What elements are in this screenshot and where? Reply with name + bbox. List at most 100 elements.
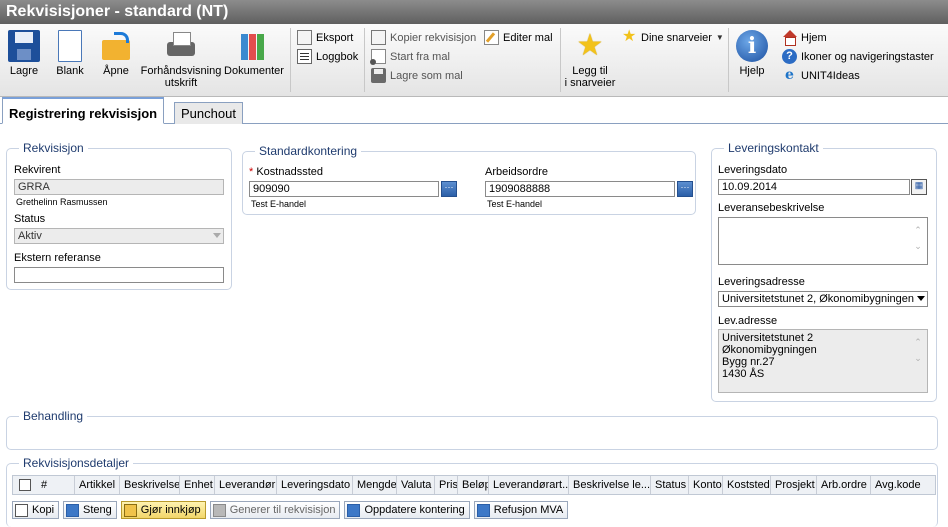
log-button[interactable]: Loggbok	[297, 48, 358, 65]
delivery-address-select[interactable]: Universitetstunet 2, Økonomibygningen	[718, 291, 928, 307]
update-posting-button[interactable]: Oppdatere kontering	[344, 501, 470, 519]
help-button[interactable]: i Hjelp	[734, 30, 770, 77]
folder-open-icon	[100, 30, 132, 62]
external-ref-label: Ekstern referanse	[14, 252, 101, 264]
status-label: Status	[14, 213, 46, 225]
copy-requisition-button[interactable]: Kopier rekvisisjon	[371, 29, 476, 46]
print-preview-button[interactable]: Forhåndsvisning utskrift	[140, 30, 222, 89]
tab-punchout[interactable]: Punchout	[174, 102, 243, 124]
close-row-button[interactable]: Steng	[63, 501, 117, 519]
column-header[interactable]: Beskrivelse	[120, 476, 180, 494]
column-header[interactable]: Status	[651, 476, 689, 494]
edit-icon	[484, 30, 499, 45]
save-as-template-button[interactable]: Lagre som mal	[371, 67, 463, 84]
help-info-icon: i	[736, 30, 768, 62]
column-header[interactable]: Koststed	[723, 476, 771, 494]
processing-legend: Behandling	[19, 409, 88, 423]
printer-icon	[165, 30, 197, 62]
ribbon-separator	[364, 28, 365, 92]
close-icon	[66, 503, 80, 517]
details-button-bar: Kopi Steng Gjør innkjøp Generer til rekv…	[12, 501, 569, 519]
disk-icon	[371, 68, 386, 83]
delivery-contact-legend: Leveringskontakt	[724, 141, 823, 155]
column-header[interactable]: #	[37, 476, 75, 494]
scrollbar[interactable]: ⌃ ⌄	[912, 334, 924, 366]
documents-button[interactable]: Dokumenter	[223, 30, 285, 77]
make-purchase-button[interactable]: Gjør innkjøp	[120, 501, 206, 519]
column-header[interactable]: Leveringsdato	[277, 476, 353, 494]
tab-registration[interactable]: Registrering rekvisisjon	[2, 97, 165, 124]
column-header[interactable]: Pris	[435, 476, 458, 494]
column-header[interactable]: Avg.kode	[871, 476, 923, 494]
home-icon	[782, 30, 797, 46]
start-from-template-button[interactable]: Start fra mal	[370, 48, 450, 65]
column-header[interactable]: Leverandørart...	[489, 476, 569, 494]
delivery-description-textarea[interactable]: ⌃ ⌄	[718, 217, 928, 265]
dropdown-arrow-icon	[917, 296, 925, 301]
unit4ideas-link[interactable]: e UNIT4Ideas	[782, 67, 860, 84]
cost-center-lookup-button[interactable]: ···	[441, 181, 457, 197]
column-header[interactable]: Mengde	[353, 476, 397, 494]
required-marker: *	[249, 166, 254, 178]
requester-field[interactable]: GRRA	[14, 179, 224, 195]
lev-address-textarea[interactable]: Universitetstunet 2 Økonomibygningen Byg…	[718, 329, 928, 393]
column-header[interactable]: Artikkel	[75, 476, 120, 494]
ribbon-separator	[290, 28, 291, 92]
column-header[interactable]: Valuta	[397, 476, 435, 494]
ribbon-separator	[560, 28, 561, 92]
standard-posting-group: Standardkontering * Kostnadssted 909090 …	[242, 144, 696, 215]
tab-strip: Registrering rekvisisjon Punchout	[0, 97, 948, 124]
column-header[interactable]: Beskrivelse le...	[569, 476, 651, 494]
export-button[interactable]: Eksport	[297, 29, 353, 46]
generate-to-requisition-button[interactable]: Generer til rekvisisjon	[209, 501, 341, 519]
blank-button[interactable]: Blank	[52, 30, 88, 77]
status-select[interactable]: Aktiv	[14, 228, 224, 244]
delivery-date-input[interactable]: 10.09.2014	[718, 179, 910, 195]
question-icon: ?	[782, 49, 797, 64]
logbook-icon	[297, 49, 312, 64]
browser-icon: e	[785, 67, 794, 83]
my-shortcuts-dropdown[interactable]: ★ Dine snarveier ▼	[622, 29, 724, 46]
standard-posting-legend: Standardkontering	[255, 144, 362, 158]
chevron-down-icon: ▼	[715, 33, 724, 42]
documents-icon	[238, 30, 270, 62]
window-title: Rekvisisjoner - standard (NT)	[0, 0, 948, 24]
column-header[interactable]: Leverandør	[215, 476, 277, 494]
open-button[interactable]: Åpne	[98, 30, 134, 77]
save-icon	[8, 30, 40, 62]
cost-center-input[interactable]: 909090	[249, 181, 439, 197]
details-grid-header: # Artikkel Beskrivelse Enhet Leverandør …	[12, 475, 936, 495]
delivery-address-label: Leveringsadresse	[718, 276, 805, 288]
column-header[interactable]: Arb.ordre	[817, 476, 871, 494]
copy-icon	[371, 30, 386, 45]
external-ref-input[interactable]	[14, 267, 224, 283]
main-content: Rekvisisjon Rekvirent GRRA Grethelinn Ra…	[0, 124, 948, 527]
requisition-group: Rekvisisjon Rekvirent GRRA Grethelinn Ra…	[6, 141, 232, 290]
column-header[interactable]: Enhet	[180, 476, 215, 494]
star-add-icon: ★	[576, 29, 604, 62]
home-link[interactable]: Hjem	[782, 29, 827, 46]
save-button[interactable]: Lagre	[6, 30, 42, 77]
delivery-description-label: Leveransebeskrivelse	[718, 202, 825, 214]
column-header[interactable]: Konto	[689, 476, 723, 494]
refund-icon	[476, 503, 490, 517]
star-icon: ★	[622, 28, 637, 45]
copy-row-button[interactable]: Kopi	[12, 501, 60, 519]
scrollbar[interactable]: ⌃ ⌄	[912, 222, 924, 254]
icons-navigation-link[interactable]: ? Ikoner og navigeringstaster	[782, 48, 934, 65]
column-header[interactable]: Beløp	[458, 476, 489, 494]
cost-center-label: * Kostnadssted	[249, 166, 323, 178]
generate-icon	[212, 503, 226, 517]
work-order-input[interactable]: 1909088888	[485, 181, 675, 197]
details-legend: Rekvisisjonsdetaljer	[19, 456, 134, 470]
column-header[interactable]: Prosjekt	[771, 476, 817, 494]
select-all-checkbox[interactable]	[19, 479, 31, 491]
vat-refund-button[interactable]: Refusjon MVA	[473, 501, 569, 519]
processing-group: Behandling	[6, 409, 938, 450]
copy-icon	[15, 503, 28, 517]
calendar-icon[interactable]: ▦	[911, 179, 927, 195]
edit-template-button[interactable]: Editer mal	[484, 29, 553, 46]
add-shortcut-button[interactable]: ★ Legg til i snarveier	[562, 29, 618, 90]
requisition-legend: Rekvisisjon	[19, 141, 88, 155]
work-order-lookup-button[interactable]: ···	[677, 181, 693, 197]
